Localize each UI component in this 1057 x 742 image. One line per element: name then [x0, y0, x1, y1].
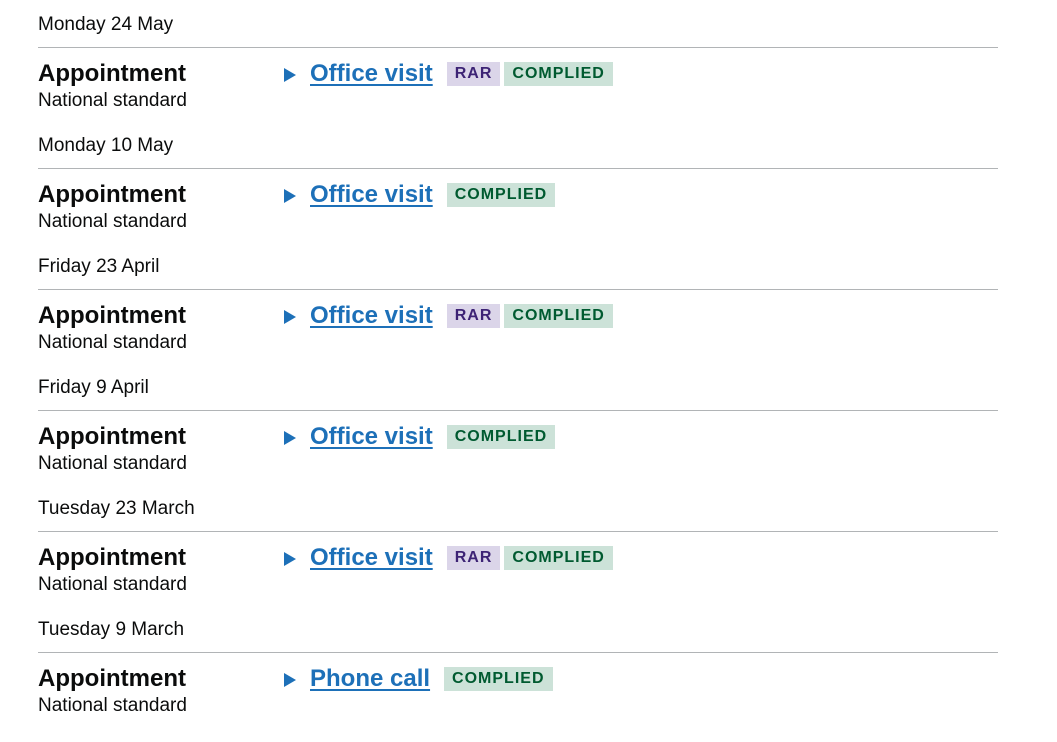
entry-details-link[interactable]: Office visit	[310, 181, 437, 209]
triangle-right-icon	[284, 672, 296, 687]
group-date: Friday 23 April	[38, 256, 160, 277]
entry-title: Appointment	[38, 544, 186, 571]
entry-details-link[interactable]: Office visit	[310, 60, 437, 88]
entry-subtitle: National standard	[38, 453, 187, 474]
entry-details-toggle[interactable]: Office visit RAR COMPLIED	[284, 58, 613, 90]
triangle-right-icon	[284, 67, 296, 82]
entry-subtitle: National standard	[38, 574, 187, 595]
triangle-right-icon	[284, 430, 296, 445]
complied-tag: COMPLIED	[504, 304, 613, 328]
entry-details-toggle[interactable]: Office visit RAR COMPLIED	[284, 300, 613, 332]
section-divider	[38, 47, 998, 48]
entry-title: Appointment	[38, 60, 186, 87]
entry-subtitle: National standard	[38, 695, 187, 716]
section-divider	[38, 410, 998, 411]
rar-tag: RAR	[446, 304, 501, 328]
complied-tag: COMPLIED	[444, 667, 553, 691]
rar-tag: RAR	[446, 62, 501, 86]
group-date: Tuesday 23 March	[38, 498, 195, 519]
triangle-right-icon	[284, 309, 296, 324]
section-divider	[38, 652, 998, 653]
entry-details-toggle[interactable]: Office visit RAR COMPLIED	[284, 542, 613, 574]
group-date: Tuesday 9 March	[38, 619, 185, 640]
complied-tag: COMPLIED	[446, 183, 556, 207]
entry-details-toggle[interactable]: Office visit COMPLIED	[284, 421, 556, 453]
timeline-group: Monday 24 May Appointment National stand…	[38, 0, 998, 121]
timeline-group: Friday 23 April Appointment National sta…	[38, 242, 998, 363]
section-divider	[38, 531, 998, 532]
entry-details-toggle[interactable]: Office visit COMPLIED	[284, 179, 556, 211]
entry-title: Appointment	[38, 423, 186, 450]
entry-details-link[interactable]: Phone call	[310, 665, 434, 693]
group-date: Friday 9 April	[38, 377, 149, 398]
triangle-right-icon	[284, 188, 296, 203]
entry-subtitle: National standard	[38, 332, 187, 353]
activity-timeline: Monday 24 May Appointment National stand…	[38, 0, 998, 726]
section-divider	[38, 289, 998, 290]
entry-title: Appointment	[38, 181, 186, 208]
timeline-group: Monday 10 May Appointment National stand…	[38, 121, 998, 242]
entry-details-toggle[interactable]: Phone call COMPLIED	[284, 663, 553, 695]
complied-tag: COMPLIED	[504, 546, 613, 570]
entry-subtitle: National standard	[38, 211, 187, 232]
entry-title: Appointment	[38, 665, 186, 692]
triangle-right-icon	[284, 551, 296, 566]
timeline-group: Friday 9 April Appointment National stan…	[38, 363, 998, 484]
timeline-group: Tuesday 9 March Appointment National sta…	[38, 605, 998, 726]
complied-tag: COMPLIED	[446, 425, 556, 449]
entry-details-link[interactable]: Office visit	[310, 544, 437, 572]
section-divider	[38, 168, 998, 169]
rar-tag: RAR	[446, 546, 501, 570]
entry-details-link[interactable]: Office visit	[310, 302, 437, 330]
timeline-group: Tuesday 23 March Appointment National st…	[38, 484, 998, 605]
entry-subtitle: National standard	[38, 90, 187, 111]
complied-tag: COMPLIED	[504, 62, 613, 86]
entry-title: Appointment	[38, 302, 186, 329]
entry-details-link[interactable]: Office visit	[310, 423, 437, 451]
group-date: Monday 24 May	[38, 14, 174, 35]
group-date: Monday 10 May	[38, 135, 174, 156]
